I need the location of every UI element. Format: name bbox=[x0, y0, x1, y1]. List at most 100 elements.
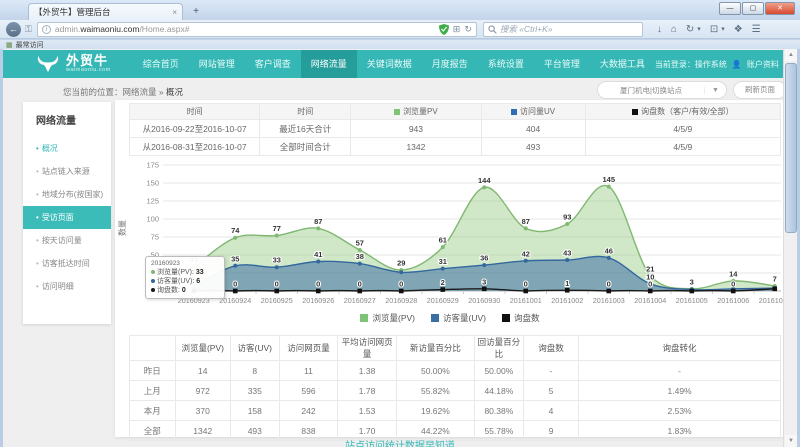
tooltip-rows: 浏览量(PV): 33访客量(UV): 6询盘数: 0 bbox=[151, 268, 219, 295]
user-icon: 👤 bbox=[732, 60, 742, 69]
nav-item-6[interactable]: 系统设置 bbox=[478, 50, 534, 78]
table-cell: 1.49% bbox=[579, 381, 781, 401]
search-placeholder: 搜索 «Ctrl+K» bbox=[500, 23, 553, 35]
browser-tab[interactable]: 【外贸牛】管理后台 × bbox=[28, 3, 183, 20]
nav-item-5[interactable]: 月度报告 bbox=[422, 50, 478, 78]
svg-text:35: 35 bbox=[231, 254, 239, 263]
table-cell: 1.78 bbox=[338, 381, 397, 401]
security-shield-icon[interactable] bbox=[439, 24, 449, 35]
scroll-down-arrow-icon[interactable]: ▼ bbox=[785, 435, 797, 447]
table-cell: 11 bbox=[279, 361, 338, 381]
app-header: 外贸牛 waimaoniu.com 综合首页网站管理客户调查网络流量关键词数据月… bbox=[3, 50, 797, 78]
bullet-icon: • bbox=[36, 236, 39, 245]
svg-text:29: 29 bbox=[397, 259, 405, 268]
bullet-icon: • bbox=[36, 259, 39, 268]
history-icon[interactable]: ↻ bbox=[686, 24, 694, 35]
sidebar-item-3[interactable]: •受访页面 bbox=[23, 206, 111, 229]
window-maximize-button[interactable]: ▢ bbox=[742, 2, 764, 15]
svg-text:87: 87 bbox=[522, 217, 530, 226]
chevron-down-icon[interactable]: ▼ bbox=[704, 87, 726, 94]
bookmarks-caret-icon[interactable]: ▾ bbox=[721, 25, 725, 33]
table-cell: 全部时间合计 bbox=[260, 138, 351, 156]
table-cell: 158 bbox=[230, 401, 279, 421]
svg-text:150: 150 bbox=[146, 179, 159, 188]
table-header-cell: 访客(UV) bbox=[230, 336, 279, 361]
reload-icon[interactable]: ↻ bbox=[464, 24, 472, 35]
svg-text:145: 145 bbox=[602, 175, 615, 184]
url-bar[interactable]: i admin.waimaoniu.com/Home.aspx# ⊞ ↻ bbox=[37, 22, 477, 37]
traffic-chart[interactable]: 0255075100125150175数量2016092320160924201… bbox=[115, 157, 785, 309]
nav-item-8[interactable]: 大数据工具 bbox=[590, 50, 655, 78]
svg-text:57: 57 bbox=[356, 238, 364, 247]
sidebar-item-4[interactable]: •按天访问量 bbox=[23, 229, 111, 252]
titlebar: 【外贸牛】管理后台 × + — ▢ ✕ bbox=[0, 0, 800, 20]
svg-text:20161004: 20161004 bbox=[634, 296, 666, 305]
table-header-row: 浏览量(PV)访客(UV)访问网页量平均访问网页量新访量百分比回访量百分比询盘数… bbox=[130, 336, 781, 361]
svg-text:0: 0 bbox=[316, 280, 320, 289]
nav-item-3[interactable]: 网络流量 bbox=[301, 50, 357, 78]
brand-logo[interactable]: 外贸牛 waimaoniu.com bbox=[35, 54, 111, 74]
new-tab-button[interactable]: + bbox=[188, 6, 204, 19]
tab-close-icon[interactable]: × bbox=[172, 8, 177, 17]
legend-swatch-icon bbox=[431, 314, 439, 322]
site-info-icon[interactable]: i bbox=[42, 25, 51, 34]
home-icon[interactable]: ⌂ bbox=[671, 24, 677, 35]
scroll-up-arrow-icon[interactable]: ▲ bbox=[785, 49, 797, 61]
brand-domain: waimaoniu.com bbox=[66, 67, 111, 73]
table-cell: 943 bbox=[351, 120, 481, 138]
refresh-page-button[interactable]: 刷新页面 bbox=[733, 81, 787, 99]
tool-row: 您当前的位置：网络流量 » 概况 厦门机电|切换站点 ▼ 刷新页面 bbox=[3, 78, 797, 102]
vertical-scrollbar[interactable]: ▲ ▼ bbox=[783, 49, 797, 447]
svg-text:0: 0 bbox=[399, 280, 403, 289]
nav-item-2[interactable]: 客户调查 bbox=[245, 50, 301, 78]
nav-item-0[interactable]: 综合首页 bbox=[133, 50, 189, 78]
share-icon[interactable]: ❖ bbox=[734, 24, 743, 35]
back-button[interactable]: ← bbox=[6, 22, 21, 37]
legend-item-1[interactable]: 访客量(UV) bbox=[431, 312, 486, 324]
svg-text:0: 0 bbox=[233, 280, 237, 289]
site-switcher-dropdown[interactable]: 厦门机电|切换站点 ▼ bbox=[597, 81, 727, 99]
table-cell: 2.53% bbox=[579, 401, 781, 421]
table-header-cell: 浏览量(PV) bbox=[175, 336, 230, 361]
svg-text:33: 33 bbox=[273, 256, 281, 265]
downloads-icon[interactable]: ↓ bbox=[657, 24, 662, 35]
nav-item-1[interactable]: 网站管理 bbox=[189, 50, 245, 78]
table-cell: 972 bbox=[175, 381, 230, 401]
sidebar-item-1[interactable]: •站点链入来源 bbox=[23, 160, 111, 183]
sidebar-item-2[interactable]: •地域分布(按国家) bbox=[23, 183, 111, 206]
table-cell: 1342 bbox=[351, 138, 481, 156]
bookmarks-icon[interactable]: ⊡ bbox=[710, 24, 718, 35]
legend-item-0[interactable]: 浏览量(PV) bbox=[360, 312, 415, 324]
svg-text:100: 100 bbox=[146, 215, 159, 224]
sidebar-item-6[interactable]: •访问明细 bbox=[23, 275, 111, 298]
window-minimize-button[interactable]: — bbox=[719, 2, 741, 15]
table-cell: 昨日 bbox=[130, 361, 176, 381]
menu-icon[interactable]: ☰ bbox=[752, 24, 761, 35]
search-bar[interactable]: 搜索 «Ctrl+K» bbox=[483, 22, 643, 37]
grid-icon[interactable]: ⊞ bbox=[453, 24, 461, 35]
table-cell: 1.38 bbox=[338, 361, 397, 381]
nav-item-4[interactable]: 关键词数据 bbox=[357, 50, 422, 78]
svg-text:20161006: 20161006 bbox=[717, 296, 749, 305]
most-visited-bookmark[interactable]: 最常访问 bbox=[16, 40, 44, 50]
table-cell: 80.38% bbox=[474, 401, 523, 421]
legend-item-2[interactable]: 询盘数 bbox=[502, 312, 540, 324]
stats-table-head: 浏览量(PV)访客(UV)访问网页量平均访问网页量新访量百分比回访量百分比询盘数… bbox=[130, 336, 781, 361]
profile-link[interactable]: 账户资料 bbox=[747, 59, 779, 70]
scrollbar-thumb[interactable] bbox=[785, 63, 797, 233]
table-header-cell: 时间 bbox=[260, 104, 351, 120]
bullet-icon: • bbox=[36, 167, 39, 176]
history-caret-icon[interactable]: ▾ bbox=[697, 25, 701, 33]
svg-text:61: 61 bbox=[439, 236, 447, 245]
svg-text:2: 2 bbox=[441, 278, 445, 287]
svg-text:20160929: 20160929 bbox=[427, 296, 459, 305]
table-cell: 14 bbox=[175, 361, 230, 381]
nav-item-7[interactable]: 平台管理 bbox=[534, 50, 590, 78]
window-close-button[interactable]: ✕ bbox=[765, 2, 795, 15]
table-cell: 5 bbox=[523, 381, 578, 401]
summary-table-body: 从2016-09-22至2016-10-07最近16天合计9434044/5/9… bbox=[130, 120, 781, 156]
sidebar-item-0[interactable]: •概况 bbox=[23, 137, 111, 160]
chart-tooltip: 20160923 浏览量(PV): 33访客量(UV): 6询盘数: 0 bbox=[145, 256, 225, 299]
sidebar-item-5[interactable]: •访客抵达时间 bbox=[23, 252, 111, 275]
table-cell: 370 bbox=[175, 401, 230, 421]
